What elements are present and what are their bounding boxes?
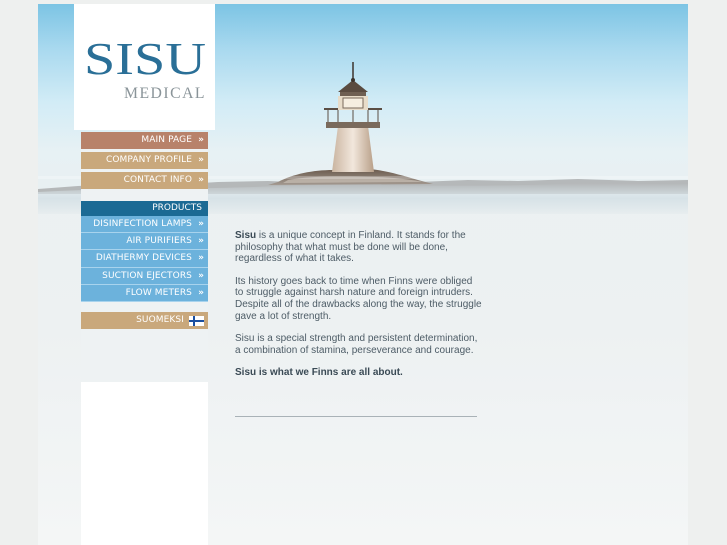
logo-wordmark: SISU — [84, 34, 206, 84]
language-navigation: SUOMEKSI — [81, 312, 208, 329]
products-navigation: PRODUCTS DISINFECTION LAMPS » AIR PURIFI… — [81, 201, 208, 302]
nav-flow-meters-button[interactable]: FLOW METERS » — [81, 284, 208, 302]
nav-air-purifiers-button[interactable]: AIR PURIFIERS » — [81, 233, 208, 251]
intro-text: is a unique concept in Finland. It stand… — [235, 230, 466, 265]
nav-label: DISINFECTION LAMPS — [93, 219, 192, 229]
main-navigation: MAIN PAGE » COMPANY PROFILE » CONTACT IN… — [81, 132, 208, 189]
closing-paragraph: Sisu is what we Finns are all about. — [235, 367, 483, 379]
double-chevron-icon: » — [198, 236, 204, 247]
nav-contact-info-button[interactable]: CONTACT INFO » — [81, 172, 208, 189]
double-chevron-icon: » — [198, 219, 204, 229]
page-container: SISU MEDICAL MAIN PAGE » COMPANY PROFILE… — [38, 4, 688, 545]
intro-paragraph: Sisu is a unique concept in Finland. It … — [235, 230, 483, 265]
nav-main-page-button[interactable]: MAIN PAGE » — [81, 132, 208, 149]
nav-company-profile-button[interactable]: COMPANY PROFILE » — [81, 152, 208, 169]
double-chevron-icon: » — [198, 270, 204, 281]
nav-diathermy-devices-button[interactable]: DIATHERMY DEVICES » — [81, 250, 208, 268]
language-label: SUOMEKSI — [136, 315, 184, 325]
double-chevron-icon: » — [198, 175, 204, 185]
products-heading: PRODUCTS — [81, 201, 208, 216]
nav-suction-ejectors-button[interactable]: SUCTION EJECTORS » — [81, 267, 208, 285]
sisu-medical-logo[interactable]: SISU MEDICAL — [80, 34, 210, 106]
nav-label: SUCTION EJECTORS — [102, 270, 192, 281]
logo-subtitle: MEDICAL — [124, 85, 206, 102]
strength-paragraph: Sisu is a special strength and persisten… — [235, 333, 478, 356]
nav-label: CONTACT INFO — [123, 175, 192, 185]
nav-label: COMPANY PROFILE — [105, 155, 192, 165]
logo-panel: SISU MEDICAL — [74, 4, 215, 130]
content-divider — [235, 416, 477, 417]
nav-disinfection-lamps-button[interactable]: DISINFECTION LAMPS » — [81, 216, 208, 234]
double-chevron-icon: » — [198, 253, 204, 264]
finland-flag-icon — [189, 316, 204, 326]
closing-statement: Sisu is what we Finns are all about. — [235, 367, 403, 379]
suomeksi-language-button[interactable]: SUOMEKSI — [81, 312, 208, 329]
double-chevron-icon: » — [198, 155, 204, 165]
nav-label: MAIN PAGE — [141, 135, 192, 145]
main-content: Sisu is a unique concept in Finland. It … — [235, 230, 483, 390]
history-paragraph: Its history goes back to time when Finns… — [235, 275, 482, 322]
nav-label: DIATHERMY DEVICES — [95, 253, 192, 264]
intro-bold-word: Sisu — [235, 230, 257, 241]
double-chevron-icon: » — [198, 287, 204, 298]
nav-label: FLOW METERS — [125, 287, 192, 298]
double-chevron-icon: » — [198, 135, 204, 145]
nav-label: AIR PURIFIERS — [126, 236, 192, 247]
sidebar-bottom-panel — [81, 382, 208, 545]
